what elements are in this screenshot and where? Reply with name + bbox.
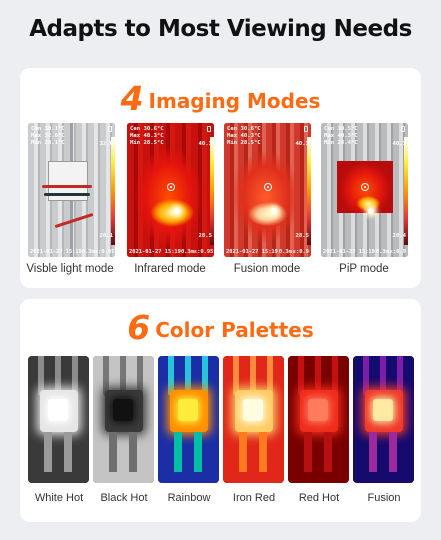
mode-hud-readout: Cen 30.1°C Max 32.0°C Min 28.1°C <box>31 126 65 146</box>
crosshair-icon <box>166 183 175 192</box>
mode-emissivity: ε:0.9 <box>389 249 406 255</box>
palette-image-fusion <box>353 356 414 483</box>
mode-distance: 0.3m <box>375 249 389 255</box>
mode-max-reading: 40.3 <box>392 141 406 147</box>
temperature-scale <box>111 137 115 245</box>
mode-max-reading: 40.3 <box>295 141 309 147</box>
color-palettes-count: 6 <box>127 308 151 347</box>
imaging-modes-count: 4 <box>120 79 144 118</box>
mode-date: 2021-01-27 15:19 <box>30 249 82 255</box>
mode-hud-readout: Cen 30.5°C Max 40.3°C Min 28.4°C <box>324 126 358 146</box>
imaging-modes-heading: 4 Imaging Modes <box>20 79 421 118</box>
palette-image-black-hot <box>93 356 154 483</box>
mode-distance: 0.3m <box>81 249 95 255</box>
mode-status-line: 2021-01-27 15:19 0.3m ε:0.95 <box>129 249 214 255</box>
mode-emissivity: ε:0.95 <box>94 249 115 255</box>
mode-emissivity: ε:0.9 <box>292 249 309 255</box>
mode-date: 2021-01-27 15:19 <box>129 249 181 255</box>
palette-image-rainbow <box>158 356 219 483</box>
pip-mode-image: Cen 30.5°C Max 40.3°C Min 28.4°C 40.3 28… <box>321 123 408 257</box>
visible-light-mode-label: Visble light mode <box>26 263 114 275</box>
color-palettes-heading: 6 Color Palettes <box>20 308 421 347</box>
mode-emissivity: ε:0.95 <box>193 249 214 255</box>
temperature-scale <box>210 137 214 245</box>
fusion-mode-image: Cen 30.6°C Max 40.3°C Min 28.5°C 40.3 28… <box>224 123 311 257</box>
mode-date: 2021-01-27 15:19 <box>226 249 278 255</box>
color-palettes-panel: 6 Color Palettes White Hot Black Hot Rainbo… <box>20 299 421 522</box>
imaging-modes-panel: 4 Imaging Modes Cen 30.1°C Max 32.0°C Min… <box>20 68 421 288</box>
mode-distance: 0.3m <box>180 249 194 255</box>
infrared-mode-image: Cen 30.6°C Max 40.3°C Min 28.5°C 40.3 28… <box>127 123 214 257</box>
imaging-modes-title: Imaging Modes <box>148 89 321 113</box>
mode-status-line: 2021-01-27 15:19 0.3m ε:0.9 <box>323 249 406 255</box>
fusion-mode-label: Fusion mode <box>233 263 301 275</box>
palette-label: Iron Red <box>232 492 276 504</box>
mode-distance: 0.3m <box>278 249 292 255</box>
mode-max-reading: 32.0 <box>99 141 113 147</box>
mode-min-reading: 28.1 <box>99 233 113 239</box>
mode-min-reading: 28.5 <box>198 233 212 239</box>
palette-label: White Hot <box>34 492 84 504</box>
palette-image-iron-red <box>223 356 284 483</box>
mode-max-reading: 40.3 <box>198 141 212 147</box>
temperature-scale <box>404 137 408 245</box>
palette-image-red-hot <box>288 356 349 483</box>
battery-icon <box>108 126 112 132</box>
crosshair-icon <box>263 183 272 192</box>
palette-label: Rainbow <box>167 492 211 504</box>
palette-label: Fusion <box>367 492 401 504</box>
visible-light-mode-image: Cen 30.1°C Max 32.0°C Min 28.1°C 32.0 28… <box>28 123 115 257</box>
infrared-mode-label: Infrared mode <box>134 263 206 275</box>
page-title: Adapts to Most Viewing Needs <box>29 16 412 42</box>
battery-icon <box>304 126 308 132</box>
palette-image-white-hot <box>28 356 89 483</box>
pip-mode-label: PiP mode <box>339 263 389 275</box>
temperature-scale <box>307 137 311 245</box>
mode-status-line: 2021-01-27 15:19 0.3m ε:0.9 <box>226 249 309 255</box>
crosshair-icon <box>360 183 369 192</box>
mode-hud-readout: Cen 30.6°C Max 40.3°C Min 28.5°C <box>227 126 261 146</box>
mode-min-reading: 28.4 <box>392 233 406 239</box>
battery-icon <box>207 126 211 132</box>
palette-label: Red Hot <box>298 492 340 504</box>
mode-min-reading: 28.5 <box>295 233 309 239</box>
mode-date: 2021-01-27 15:19 <box>323 249 375 255</box>
mode-hud-readout: Cen 30.6°C Max 40.3°C Min 28.5°C <box>130 126 164 146</box>
mode-status-line: 2021-01-27 15:19 0.3m ε:0.95 <box>30 249 115 255</box>
palette-label: Black Hot <box>100 492 148 504</box>
battery-icon <box>401 126 405 132</box>
color-palettes-title: Color Palettes <box>155 318 314 342</box>
